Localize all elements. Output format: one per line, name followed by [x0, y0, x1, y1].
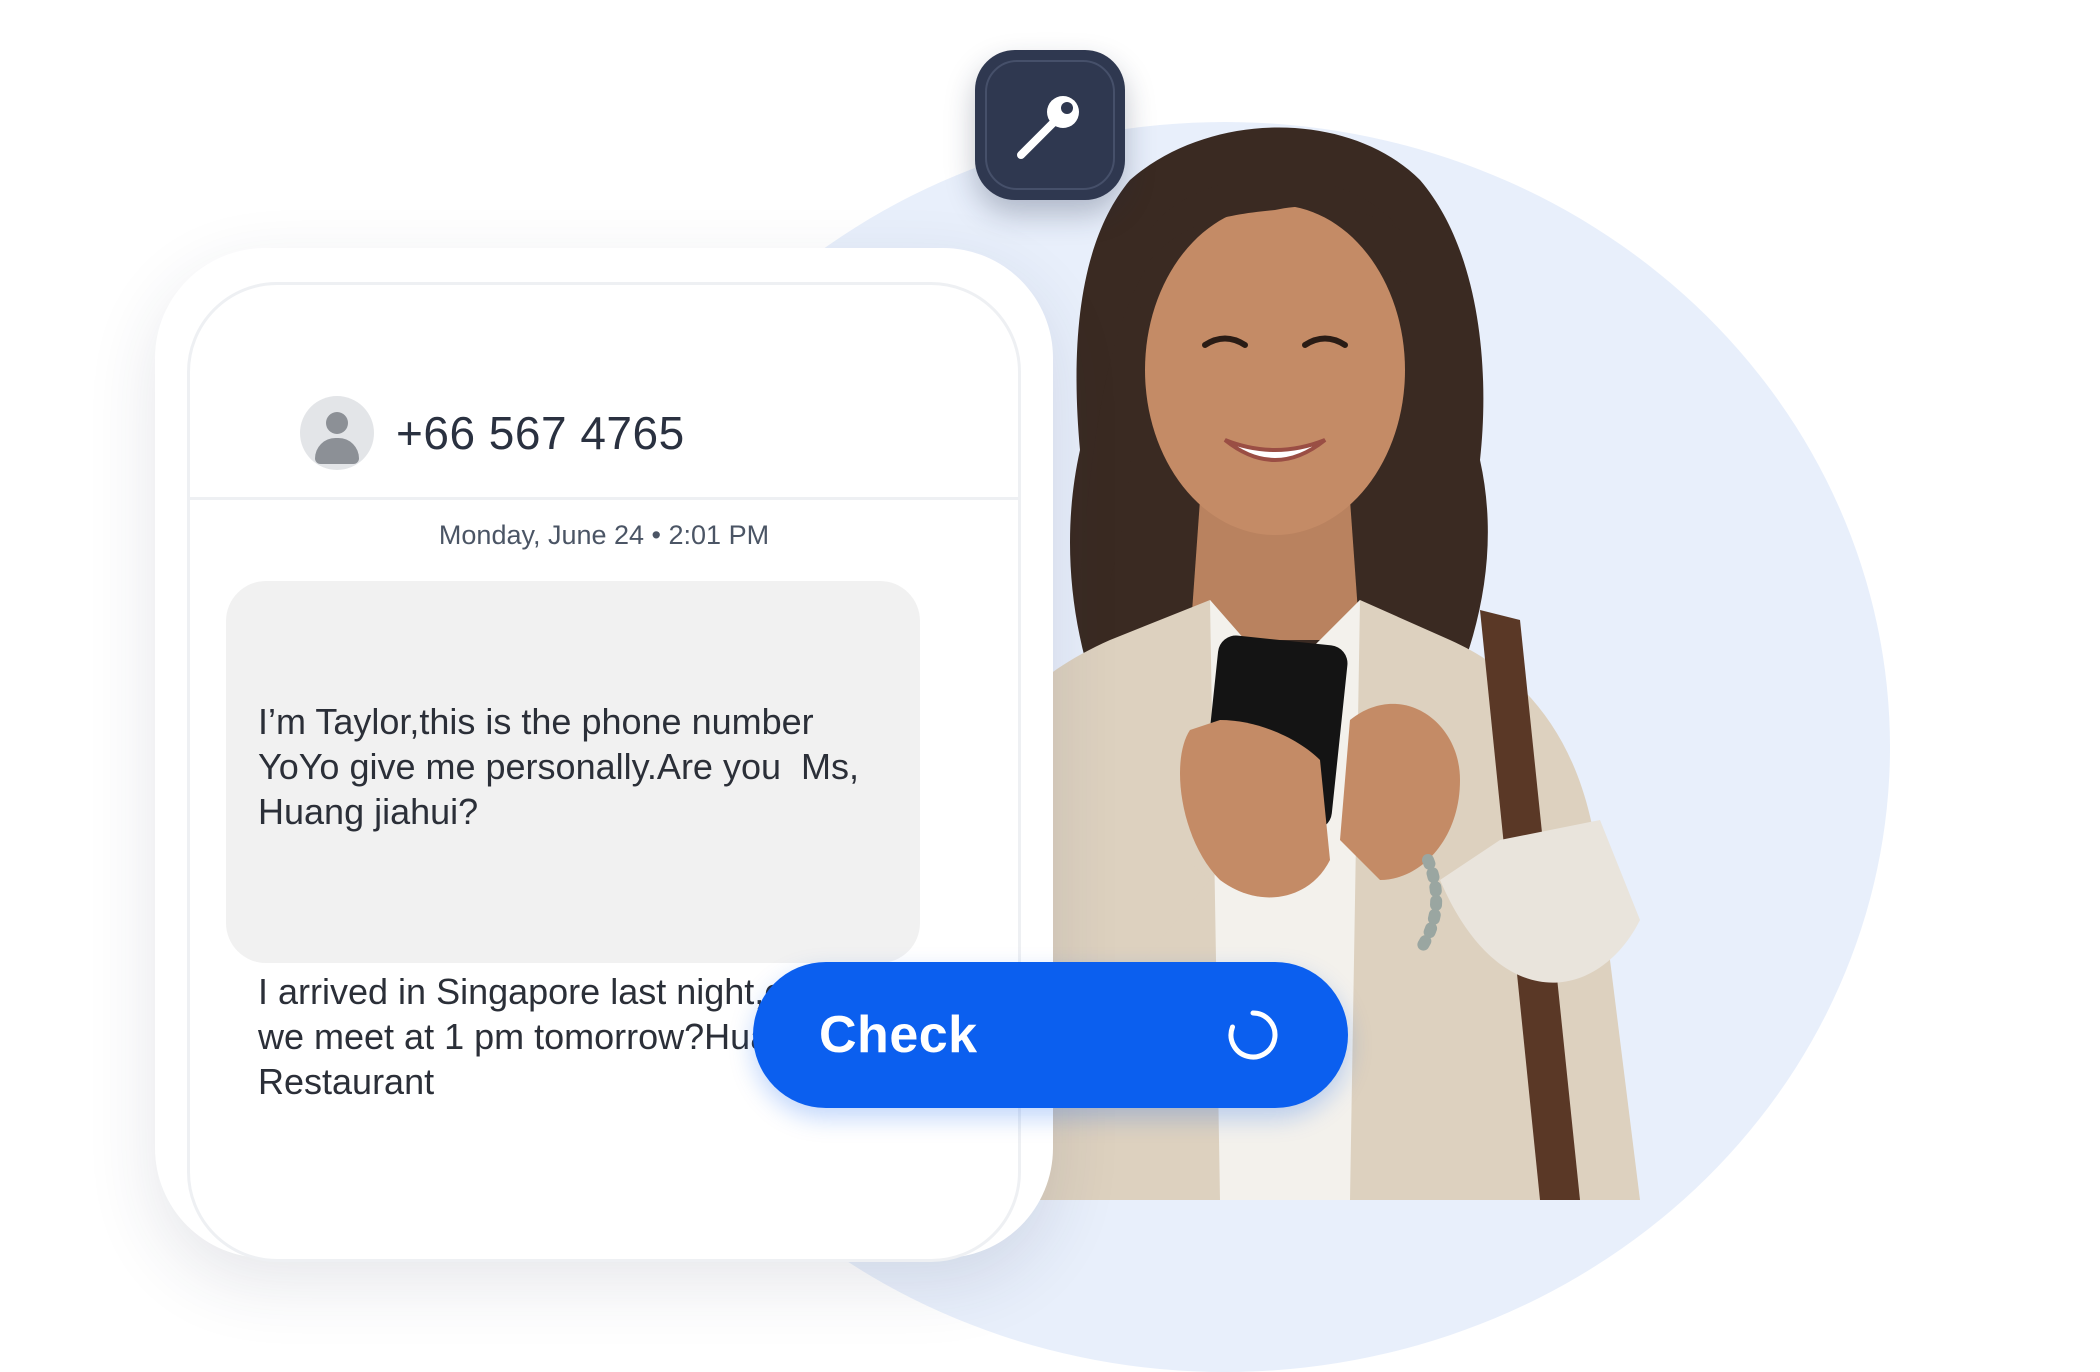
- header-divider: [190, 497, 1018, 500]
- contact-number: +66 567 4765: [396, 407, 685, 459]
- key-badge: [975, 50, 1125, 200]
- check-button[interactable]: Check: [753, 962, 1348, 1108]
- message-paragraph: I’m Taylor,this is the phone number YoYo…: [258, 701, 859, 832]
- loading-spinner-icon: [1228, 1010, 1278, 1060]
- message-timestamp: Monday, June 24 • 2:01 PM: [438, 520, 770, 550]
- message-screen: +66 567 4765 Monday, June 24 • 2:01 PM I…: [187, 282, 1021, 1262]
- check-button-label: Check: [819, 1006, 978, 1064]
- message-bubble: I’m Taylor,this is the phone number YoYo…: [226, 581, 920, 1102]
- key-icon: [1017, 96, 1079, 159]
- person-silhouette-icon: [300, 396, 374, 470]
- contact-header: +66 567 4765: [300, 395, 685, 471]
